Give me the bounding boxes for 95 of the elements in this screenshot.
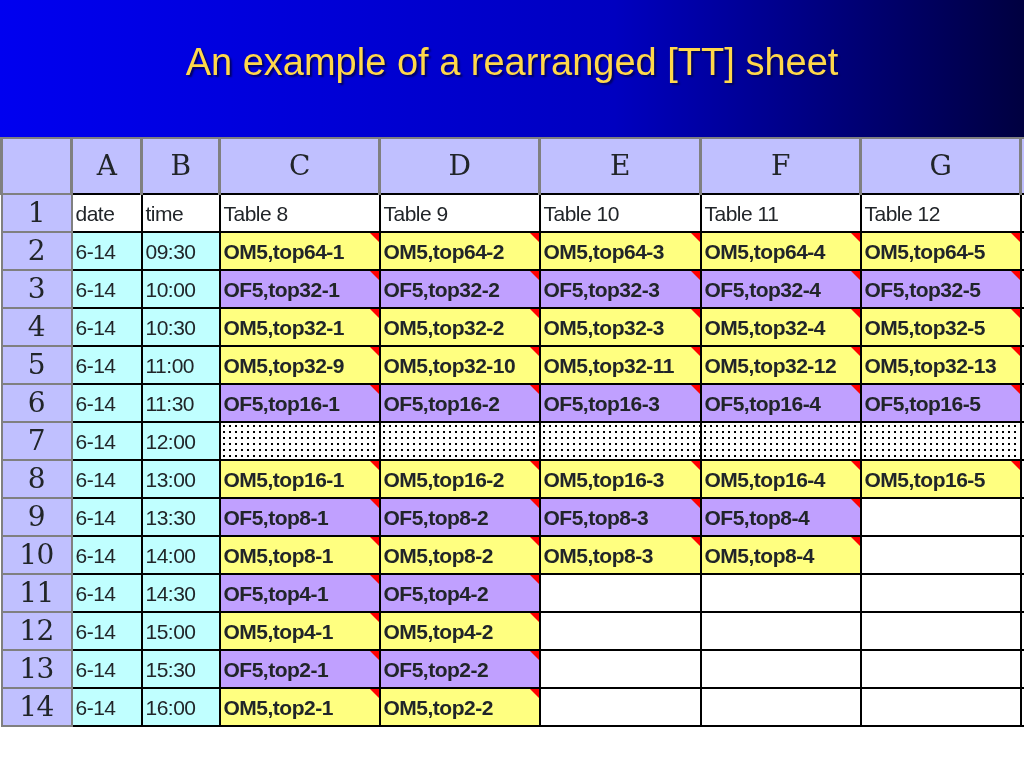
table-cell: OM5,top4-1 — [219, 612, 380, 650]
row-header[interactable]: 1 — [1, 194, 72, 232]
table-cell: OM5,top8-4 — [700, 536, 861, 574]
table-cell: 14:30 — [141, 574, 220, 612]
table-cell: OF5,top8-3 — [539, 498, 701, 536]
table-cell: OF5,top32-1 — [219, 270, 380, 308]
table-cell: 10:30 — [141, 308, 220, 346]
table-cell: OF5,top4-1 — [219, 574, 380, 612]
table-cell: OF5,top8-1 — [219, 498, 380, 536]
table-cell: 11:00 — [141, 346, 220, 384]
row-header[interactable]: 3 — [1, 270, 72, 308]
table-cell: 6-14 — [71, 460, 142, 498]
table-cell: OM5,top32-4 — [700, 308, 861, 346]
table-cell: OM5,top2-1 — [219, 688, 380, 726]
row-header[interactable]: 5 — [1, 346, 72, 384]
table-cell: OF5,top16-4 — [700, 384, 861, 422]
select-all-corner[interactable] — [1, 138, 72, 194]
table-cell: OM5,top32-9 — [219, 346, 380, 384]
table-cell: OF5,top16-5 — [860, 384, 1021, 422]
row-header[interactable]: 11 — [1, 574, 72, 612]
table-cell: 15:30 — [141, 650, 220, 688]
table-cell: OF5,top32-3 — [539, 270, 701, 308]
table-cell: 15:00 — [141, 612, 220, 650]
table-cell: OF5,top4-2 — [379, 574, 540, 612]
column-header[interactable]: C — [219, 138, 380, 194]
table-cell: OM5,top32-5 — [860, 308, 1021, 346]
table-cell: OF5,top32-5 — [860, 270, 1021, 308]
table-cell: OM5,top32-2 — [379, 308, 540, 346]
table-cell: 6-14 — [71, 346, 142, 384]
row-header[interactable]: 7 — [1, 422, 72, 460]
table-cell: 10:00 — [141, 270, 220, 308]
table-cell: OM5,top2-2 — [379, 688, 540, 726]
table-cell: 12:00 — [141, 422, 220, 460]
table-cell: OM5,top64-3 — [539, 232, 701, 270]
row-header[interactable]: 4 — [1, 308, 72, 346]
table-cell: 11:30 — [141, 384, 220, 422]
table-cell: 13:30 — [141, 498, 220, 536]
table-cell: OM5,top32-1 — [219, 308, 380, 346]
table-cell: OF5,top2-1 — [219, 650, 380, 688]
column-header[interactable]: F — [700, 138, 861, 194]
table-cell: OF5,top16-2 — [379, 384, 540, 422]
row-header[interactable]: 9 — [1, 498, 72, 536]
table-cell: OM5,top4-2 — [379, 612, 540, 650]
table-cell: OM5,top32-3 — [539, 308, 701, 346]
row-header[interactable]: 14 — [1, 688, 72, 726]
table-cell: OF5,top2-2 — [379, 650, 540, 688]
table-cell: 13:00 — [141, 460, 220, 498]
column-header[interactable]: G — [860, 138, 1021, 194]
table-cell: OM5,top64-1 — [219, 232, 380, 270]
row-header[interactable]: 6 — [1, 384, 72, 422]
column-header[interactable]: B — [141, 138, 220, 194]
column-header[interactable]: E — [539, 138, 701, 194]
table-cell: OF5,top8-4 — [700, 498, 861, 536]
table-cell: 6-14 — [71, 232, 142, 270]
table-cell: 6-14 — [71, 308, 142, 346]
table-cell: 14:00 — [141, 536, 220, 574]
table-cell: 6-14 — [71, 688, 142, 726]
table-cell: OM5,top32-13 — [860, 346, 1021, 384]
table-cell: 6-14 — [71, 574, 142, 612]
table-cell: OM5,top16-3 — [539, 460, 701, 498]
slide-title: An example of a rearranged [TT] sheet — [185, 39, 839, 85]
table-cell: OM5,top8-3 — [539, 536, 701, 574]
table-cell: OF5,top8-2 — [379, 498, 540, 536]
table-cell: 6-14 — [71, 270, 142, 308]
row-header[interactable]: 13 — [1, 650, 72, 688]
table-cell: 09:30 — [141, 232, 220, 270]
table-cell: OM5,top32-11 — [539, 346, 701, 384]
table-cell: OM5,top32-12 — [700, 346, 861, 384]
row-header[interactable]: 10 — [1, 536, 72, 574]
table-cell: OM5,top8-2 — [379, 536, 540, 574]
table-cell: 6-14 — [71, 498, 142, 536]
table-cell: OM5,top64-2 — [379, 232, 540, 270]
table-cell: OM5,top64-4 — [700, 232, 861, 270]
column-header[interactable]: A — [71, 138, 142, 194]
table-cell: 16:00 — [141, 688, 220, 726]
table-cell: OM5,top64-5 — [860, 232, 1021, 270]
table-cell: OF5,top16-3 — [539, 384, 701, 422]
table-cell: 6-14 — [71, 536, 142, 574]
table-cell: 6-14 — [71, 422, 142, 460]
table-cell: OF5,top32-2 — [379, 270, 540, 308]
row-header[interactable]: 12 — [1, 612, 72, 650]
row-header[interactable]: 2 — [1, 232, 72, 270]
table-cell: OM5,top32-10 — [379, 346, 540, 384]
table-cell: OM5,top16-5 — [860, 460, 1021, 498]
table-cell: 6-14 — [71, 612, 142, 650]
column-header[interactable]: D — [379, 138, 540, 194]
table-cell: OM5,top16-2 — [379, 460, 540, 498]
table-cell: 6-14 — [71, 384, 142, 422]
table-cell: OM5,top8-1 — [219, 536, 380, 574]
table-cell: 6-14 — [71, 650, 142, 688]
table-cell: OM5,top16-4 — [700, 460, 861, 498]
table-cell: OF5,top32-4 — [700, 270, 861, 308]
row-header[interactable]: 8 — [1, 460, 72, 498]
table-cell: OM5,top16-1 — [219, 460, 380, 498]
table-cell: OF5,top16-1 — [219, 384, 380, 422]
